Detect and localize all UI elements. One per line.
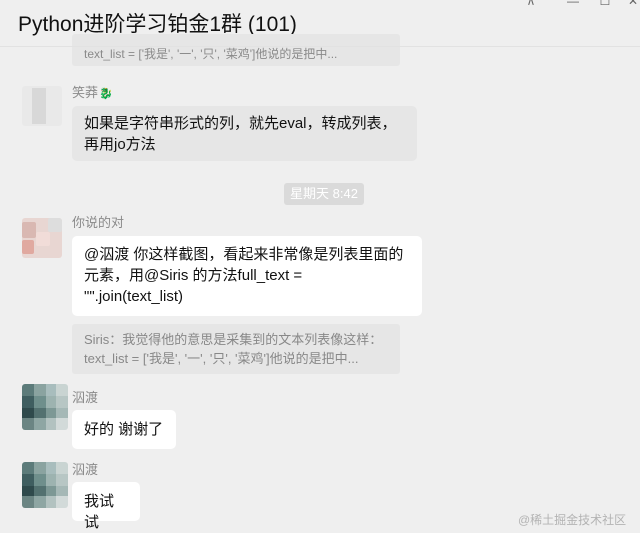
avatar[interactable]: [22, 86, 62, 126]
quoted-message-partial[interactable]: text_list = ['我是', '一', '只', '菜鸡']他说的是把中…: [72, 34, 400, 66]
message-bubble[interactable]: 好的 谢谢了: [72, 410, 176, 449]
message-line: 好的 谢谢了: [84, 421, 164, 438]
message-line: 我试试: [84, 493, 115, 531]
message-line: 元素，用@Siris 的方法full_text =: [84, 267, 303, 284]
minimize-button[interactable]: —: [564, 0, 582, 8]
quote-line: Siris：我觉得他的意思是采集到的文本列表像这样：: [84, 332, 383, 347]
dragon-icon: 🐉: [99, 88, 113, 100]
message-line: "".join(text_list): [84, 288, 184, 305]
message-bubble[interactable]: 如果是字符串形式的列，就先eval，转成列表， 再用jo方法: [72, 106, 417, 161]
avatar[interactable]: [22, 384, 68, 430]
sender-name: 泅渡: [72, 390, 99, 405]
avatar[interactable]: [22, 462, 68, 508]
sender-name: 你说的对: [72, 215, 125, 230]
sender-name: 笑莽🐉: [72, 85, 113, 100]
quoted-text: text_list = ['我是', '一', '只', '菜鸡']他说的是把中…: [84, 47, 338, 61]
pin-icon[interactable]: ⊼: [522, 0, 540, 8]
quoted-message[interactable]: Siris：我觉得他的意思是采集到的文本列表像这样： text_list = […: [72, 324, 400, 374]
watermark: @稀土掘金技术社区: [518, 513, 627, 527]
close-button[interactable]: ✕: [624, 0, 640, 8]
message-line: 如果是字符串形式的列，就先eval，转成列表，: [84, 115, 397, 132]
quote-line: text_list = ['我是', '一', '只', '菜鸡']他说的是把中…: [84, 351, 359, 366]
message-line: 再用jo方法: [84, 136, 156, 153]
message-bubble[interactable]: 我试试: [72, 482, 140, 531]
message-line: @泅渡 你这样截图，看起来非常像是列表里面的: [84, 246, 404, 263]
titlebar-divider: [0, 46, 640, 47]
timestamp: 星期天 8:42: [284, 183, 364, 205]
sender-name: 泅渡: [72, 462, 99, 477]
avatar[interactable]: [22, 218, 62, 258]
maximize-button[interactable]: ☐: [596, 0, 614, 8]
message-bubble[interactable]: @泅渡 你这样截图，看起来非常像是列表里面的 元素，用@Siris 的方法ful…: [72, 236, 422, 316]
